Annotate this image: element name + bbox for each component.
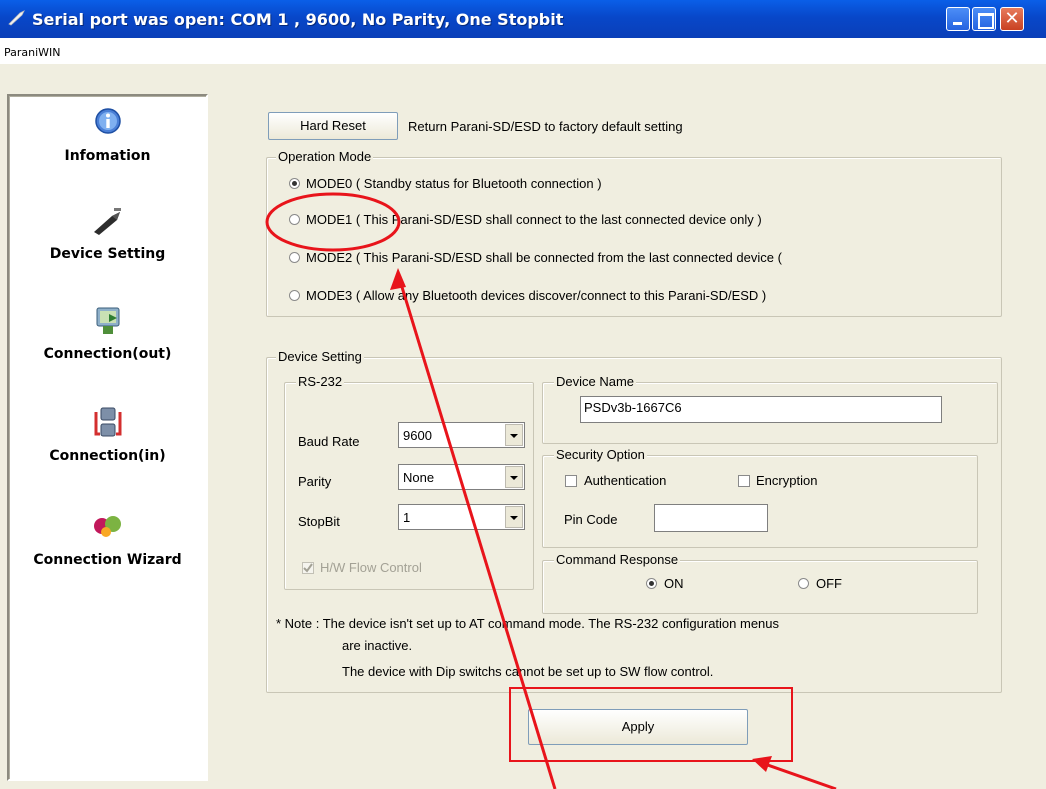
close-icon: ✕ (1004, 8, 1020, 29)
mode0-label: MODE0 ( Standby status for Bluetooth con… (306, 176, 602, 191)
stopbit-label: StopBit (298, 514, 340, 529)
parity-select[interactable]: None (398, 464, 525, 490)
encryption-checkbox[interactable] (738, 475, 750, 487)
authentication-checkbox[interactable] (565, 475, 577, 487)
connection-in-icon (90, 406, 126, 440)
mode3-label: MODE3 ( Allow any Bluetooth devices disc… (306, 288, 767, 303)
sidebar-nav: Infomation Device Setting Connection(out… (7, 94, 208, 781)
sidebar-item-label: Connection Wizard (33, 552, 182, 568)
hard-reset-description: Return Parani-SD/ESD to factory default … (408, 119, 683, 134)
parity-value: None (403, 470, 435, 485)
maximize-button[interactable] (972, 7, 996, 31)
note-line-1: * Note : The device isn't set up to AT c… (276, 616, 780, 631)
response-off-label: OFF (816, 576, 842, 591)
response-on-radio[interactable] (646, 578, 657, 589)
hw-flow-checkbox (302, 562, 314, 574)
title-bar[interactable]: Serial port was open: COM 1 , 9600, No P… (0, 0, 1046, 38)
mode2-radio[interactable] (289, 252, 300, 263)
connection-out-icon (90, 304, 126, 338)
note-line-2: are inactive. (342, 638, 413, 653)
security-option-group (542, 455, 978, 548)
baud-rate-label: Baud Rate (298, 434, 360, 449)
response-off-radio[interactable] (798, 578, 809, 589)
chevron-down-icon[interactable] (505, 424, 523, 446)
app-icon (8, 10, 25, 26)
sidebar-item-label: Device Setting (49, 246, 166, 262)
baud-rate-select[interactable]: 9600 (398, 422, 525, 448)
sidebar-item-connection-out[interactable]: Connection(out) (9, 304, 206, 362)
minimize-button[interactable] (946, 7, 970, 31)
device-name-input[interactable]: PSDv3b-1667C6 (580, 396, 942, 423)
rs232-title: RS-232 (296, 374, 345, 389)
sidebar-item-information[interactable]: Infomation (9, 106, 206, 164)
mode0-radio[interactable] (289, 178, 300, 189)
stopbit-select[interactable]: 1 (398, 504, 525, 530)
chevron-down-icon[interactable] (505, 466, 523, 488)
mode3-radio[interactable] (289, 290, 300, 301)
sidebar-item-label: Connection(out) (43, 346, 172, 362)
parity-label: Parity (298, 474, 332, 489)
pin-code-label: Pin Code (564, 512, 618, 527)
sidebar-item-connection-in[interactable]: Connection(in) (9, 406, 206, 464)
device-setting-title: Device Setting (276, 349, 364, 364)
hw-flow-label: H/W Flow Control (320, 560, 422, 575)
hard-reset-button[interactable]: Hard Reset (268, 112, 398, 140)
device-icon (90, 204, 126, 238)
info-icon (90, 106, 126, 140)
command-response-group (542, 560, 978, 614)
sidebar-item-label: Infomation (64, 148, 151, 164)
device-name-title: Device Name (554, 374, 637, 389)
sidebar-item-device-setting[interactable]: Device Setting (9, 204, 206, 262)
encryption-label: Encryption (756, 473, 818, 488)
command-response-title: Command Response (554, 552, 681, 567)
mode1-label: MODE1 ( This Parani-SD/ESD shall connect… (306, 212, 762, 227)
window-title: Serial port was open: COM 1 , 9600, No P… (32, 10, 564, 29)
mode2-label: MODE2 ( This Parani-SD/ESD shall be conn… (306, 250, 782, 265)
sidebar-item-label: Connection(in) (49, 448, 166, 464)
stopbit-value: 1 (403, 510, 411, 525)
sidebar-item-connection-wizard[interactable]: Connection Wizard (9, 510, 206, 568)
operation-mode-title: Operation Mode (276, 149, 374, 164)
security-option-title: Security Option (554, 447, 647, 462)
chevron-down-icon[interactable] (505, 506, 523, 528)
baud-rate-value: 9600 (403, 428, 432, 443)
menu-app-label[interactable]: ParaniWIN (4, 46, 61, 59)
note-line-3: The device with Dip switchs cannot be se… (342, 664, 714, 679)
close-button[interactable]: ✕ (1000, 7, 1024, 31)
menu-bar: ParaniWIN (0, 38, 1046, 64)
app-window: Serial port was open: COM 1 , 9600, No P… (0, 0, 1046, 789)
wizard-icon (90, 510, 126, 544)
client-area: Infomation Device Setting Connection(out… (0, 64, 1046, 789)
apply-button[interactable]: Apply (528, 709, 748, 745)
mode1-radio[interactable] (289, 214, 300, 225)
response-on-label: ON (664, 576, 684, 591)
authentication-label: Authentication (584, 473, 667, 488)
pin-code-input[interactable] (654, 504, 768, 532)
